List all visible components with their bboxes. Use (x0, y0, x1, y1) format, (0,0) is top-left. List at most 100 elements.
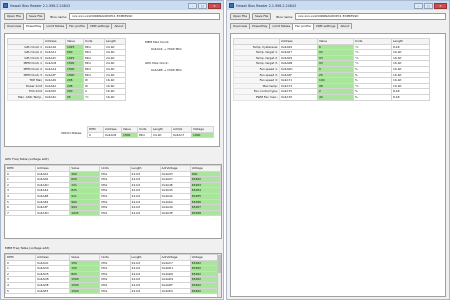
table-cell[interactable]: 16-bit (104, 93, 126, 101)
window-controls: – □ ✕ (414, 2, 447, 9)
tab-about[interactable]: About (111, 23, 127, 29)
tab-powerplay[interactable]: PowerPlay (23, 23, 45, 30)
toolbar: Open File Save File Bios name: xxx-xxx-x… (227, 12, 449, 21)
row-label: Max. ASIC Temp. (7, 93, 44, 101)
table-row[interactable]: 5 0x4AE3 1500 Mhz 24-bit 0x4AE4 65282 (5, 287, 221, 295)
table-cell[interactable]: 0x4A76 (279, 93, 318, 101)
table-row[interactable]: GPU Clock 1 0x4A16 1025 Mhz 24-bit (7, 43, 126, 51)
table-row[interactable]: 7 0x4A3D 1025 Mhz 24-bit 0x4A3E 65288 (5, 209, 221, 217)
powerplay-panel: Address Value Units Length GPU Clock 1 0x4A1… (4, 33, 220, 147)
tab-limit-tables[interactable]: Limit Tables (269, 23, 294, 29)
mem-freq-table: DPM Address Value Units Length AdrVoltage Volt… (5, 254, 221, 295)
tab-fan-profile[interactable]: Fan profile (66, 23, 88, 29)
tab-fan-profile[interactable]: Fan profile (292, 23, 314, 30)
vddci-table: DPM Address Value Units Length AdrVol Voltage … (87, 126, 214, 139)
table-cell[interactable]: 24-bit (129, 287, 161, 295)
table-cell[interactable]: 95 (65, 93, 84, 101)
bios-name-field[interactable]: xxx-xxx-xxxDORRNAOXDPC1 EXPRESSD (69, 13, 220, 20)
mem-table-scrollbar[interactable] (217, 254, 221, 297)
table-cell[interactable]: 8-bit (391, 93, 430, 101)
tab-overview[interactable]: Overview (4, 23, 25, 29)
mem-freq-sheet[interactable]: DPM Address Value Units Length AdrVoltage Volt… (4, 253, 222, 298)
table-cell[interactable]: 24-bit (129, 209, 161, 217)
table-row[interactable]: GPU Clock 3 0x4A2C 1025 Mhz 24-bit (7, 54, 126, 62)
powerplay-table: Address Value Units Length GPU Clock 1 0x4A1… (7, 38, 126, 101)
table-cell[interactable]: 0 (87, 131, 104, 139)
table-cell[interactable]: % (353, 93, 392, 101)
app-icon (3, 3, 8, 8)
table-row[interactable]: PWM Fan max.: 0x4A76 40% 8-bit (233, 93, 430, 101)
table-cell[interactable]: 24-bit (151, 131, 172, 139)
table-cell[interactable]: 0x4A3D (35, 209, 71, 217)
table-row[interactable]: MEM Clock 1 0x4AC8 1500 Mhz 24-bit (7, 60, 126, 67)
fan-profile-table: Address Value Units Length Temp. hysteresis… (233, 38, 430, 101)
close-button[interactable]: ✕ (434, 2, 447, 9)
right-window: Hawaii Bios Reader 2.1.998.2.24843 – □ ✕… (226, 0, 450, 300)
table-cell[interactable]: 1500 (121, 131, 138, 139)
table-cell[interactable]: 0x4A4C (43, 93, 66, 101)
maximize-button[interactable]: □ (424, 2, 433, 9)
tab-powerplay[interactable]: PowerPlay (249, 23, 271, 29)
minimize-button[interactable]: – (414, 2, 423, 9)
table-cell[interactable]: 7 (5, 209, 37, 217)
title-bar[interactable]: Hawaii Bios Reader 2.1.998.2.24843 – □ ✕ (1, 1, 223, 10)
open-file-button[interactable]: Open File (230, 13, 250, 20)
table-cell[interactable]: 1000 (191, 131, 214, 139)
window-title: Hawaii Bios Reader 2.1.998.2.24843 (10, 3, 71, 8)
tab-overview[interactable]: Overview (230, 23, 251, 29)
table-cell[interactable]: Mhz (99, 209, 131, 217)
table-row[interactable]: Power limit 0x4A6A 208 W 16-bit (7, 82, 126, 90)
gpu-max-clock-value: 0x4A4B → 1500 Mhz (151, 68, 182, 72)
table-cell[interactable]: Mhz (137, 131, 152, 139)
bios-name-label: Bios name: (50, 14, 68, 19)
gpu-max-clock-label: GPU Max Clock: (145, 61, 169, 65)
app-icon (229, 3, 234, 8)
gpu-freq-table-title: GPU Freq Table (voltage edit) (5, 157, 49, 161)
table-row[interactable]: GPU Clock 2 0x4A21 600 Mhz 24-bit (7, 49, 126, 56)
vddci-states-label: VDDCI States: (61, 131, 83, 135)
table-cell[interactable]: 1500 (69, 287, 101, 295)
table-cell[interactable]: 0x4AC8 (103, 131, 122, 139)
tab-vrm-settings[interactable]: VRM settings (312, 23, 339, 29)
bios-name-field[interactable]: xxx-xxx-xxxDORRNAOXDPC1 EXPRESSD (295, 13, 446, 20)
mem-freq-table-title: MEM Freq Table (voltage edit) (5, 246, 50, 250)
tab-bar: Overview PowerPlay Limit Tables Fan prof… (1, 23, 223, 30)
table-cell[interactable]: 0x4AC7 (171, 131, 192, 139)
table-cell[interactable]: 0x4AE4 (159, 287, 191, 295)
table-cell[interactable]: 0x4A3E (159, 209, 191, 217)
tab-about[interactable]: About (337, 23, 353, 29)
table-cell[interactable]: °C (83, 93, 105, 101)
save-file-button[interactable]: Save File (26, 13, 46, 20)
minimize-button[interactable]: – (188, 2, 197, 9)
open-file-button[interactable]: Open File (4, 13, 24, 20)
row-label: PWM Fan max.: (233, 93, 280, 101)
gpu-freq-table: DPM Address Value Units Length AdrVoltage Volt… (5, 165, 221, 217)
toolbar: Open File Save File Bios name: xxx-xxx-x… (1, 12, 223, 21)
table-cell[interactable]: 5 (5, 287, 37, 295)
vddci-row[interactable]: 0 0x4AC8 1500 Mhz 24-bit 0x4AC7 1000 (87, 131, 214, 139)
gpu-freq-sheet[interactable]: DPM Address Value Units Length AdrVoltage Volt… (4, 164, 222, 239)
table-cell[interactable]: 1025 (69, 209, 101, 217)
table-cell[interactable]: 65282 (189, 287, 221, 295)
maximize-button[interactable]: □ (198, 2, 207, 9)
scrollbar-thumb[interactable] (218, 255, 221, 273)
tab-limit-tables[interactable]: Limit Tables (43, 23, 68, 29)
mem-max-clock-label: MEM Max Clock: (145, 40, 170, 44)
table-row[interactable]: Max. ASIC Temp. 0x4A4C 95 °C 16-bit (7, 93, 126, 101)
mem-max-clock-value: 0x4AC4 → 7000 Mhz (151, 47, 182, 51)
table-cell[interactable]: 40 (317, 93, 354, 101)
table-row[interactable]: MEM Clock 3 0x4A2F 1500 Mhz 24-bit (7, 71, 126, 79)
left-window: Hawaii Bios Reader 2.1.998.2.24843 – □ ✕… (0, 0, 224, 300)
close-button[interactable]: ✕ (208, 2, 221, 9)
save-file-button[interactable]: Save File (252, 13, 272, 20)
table-cell[interactable]: 0x4AE3 (35, 287, 71, 295)
table-cell[interactable]: 65288 (189, 209, 221, 217)
table-cell[interactable]: Mhz (99, 287, 131, 295)
bios-name-label: Bios name: (276, 14, 294, 19)
tab-vrm-settings[interactable]: VRM settings (86, 23, 113, 29)
title-bar[interactable]: Hawaii Bios Reader 2.1.998.2.24843 – □ ✕ (227, 1, 449, 10)
table-row[interactable]: MEM Clock 2 0x4A24 1500 Mhz 24-bit (7, 66, 126, 73)
window-title: Hawaii Bios Reader 2.1.998.2.24843 (236, 3, 297, 8)
window-controls: – □ ✕ (188, 2, 221, 9)
fan-profile-panel: Address Value Units Length Temp. hysteresis… (230, 33, 446, 297)
